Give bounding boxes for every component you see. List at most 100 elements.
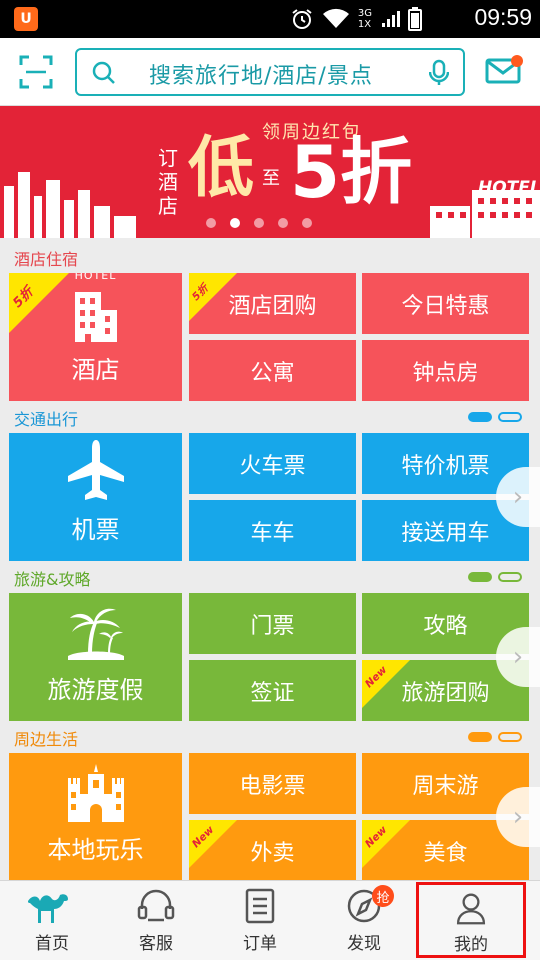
hotel-icon-text: HOTEL [74, 273, 117, 282]
pager-dot [498, 572, 522, 582]
tile-label: 车车 [250, 520, 295, 546]
tile-label: 接送用车 [401, 520, 490, 546]
service-tile[interactable]: 外卖 New [189, 820, 356, 881]
banner-small-text: 至 [262, 168, 280, 189]
header: 搜索旅行地/酒店/景点 [0, 38, 540, 106]
chevron-right-icon: › [512, 642, 524, 672]
tile-label: 机票 [71, 516, 120, 544]
signal-icon [382, 11, 400, 27]
tab-orders[interactable]: 订单 [208, 881, 312, 960]
tile-label: 本地玩乐 [47, 836, 144, 864]
pager-dot [498, 732, 522, 742]
app-notification-icon: U [14, 7, 38, 31]
status-bar: U 3G 1X 09:59 [0, 0, 540, 38]
tab-service-label: 客服 [139, 934, 173, 954]
person-icon [456, 893, 486, 925]
search-input[interactable]: 搜索旅行地/酒店/景点 [75, 48, 465, 96]
tab-mine[interactable]: 我的 [416, 882, 526, 958]
pager-dot [498, 412, 522, 422]
tile-palm-island[interactable]: 旅游度假 [9, 593, 182, 721]
service-tile[interactable]: 车车 [189, 500, 356, 561]
airplane-icon [64, 438, 128, 502]
tab-orders-label: 订单 [243, 934, 277, 954]
tile-label: 周末游 [412, 773, 479, 799]
tile-label: 钟点房 [412, 360, 479, 386]
banner-dot [278, 218, 288, 228]
camel-icon [28, 894, 68, 923]
search-placeholder: 搜索旅行地/酒店/景点 [149, 64, 373, 89]
microphone-icon[interactable] [429, 59, 449, 87]
tile-label: 酒店团购 [228, 293, 317, 319]
section-pager [468, 732, 522, 742]
service-tile[interactable]: 签证 [189, 660, 356, 721]
status-icons: 3G 1X [290, 7, 422, 31]
service-tile[interactable]: 酒店团购 5折 [189, 273, 356, 334]
tile-label: 外卖 [250, 840, 295, 866]
bottom-tab-bar: 首页 客服 订单 抢 发现 我的 [0, 880, 540, 960]
chevron-right-icon: › [512, 802, 524, 832]
discover-badge: 抢 [372, 885, 394, 907]
banner-hotel-sign: HOTEL [478, 178, 540, 198]
service-tile[interactable]: 今日特惠 [362, 273, 529, 334]
tile-label: 电影票 [239, 773, 306, 799]
tile-hotel-building[interactable]: HOTEL 酒店 5折 [9, 273, 182, 401]
scan-button[interactable] [18, 54, 54, 90]
tile-label: 今日特惠 [401, 293, 490, 319]
order-list-icon [245, 888, 275, 924]
new-corner-tag: New [362, 820, 410, 868]
banner-dot [302, 218, 312, 228]
banner-pagination [206, 218, 312, 228]
discount-corner-tag: 5折 [9, 273, 69, 333]
chevron-right-icon: › [512, 482, 524, 512]
discount-corner-tag: 5折 [189, 273, 237, 321]
tile-label: 签证 [250, 680, 295, 706]
tile-label: 酒店 [71, 356, 120, 384]
tab-discover[interactable]: 抢 发现 [312, 881, 416, 960]
tab-mine-label: 我的 [454, 935, 488, 955]
banner-dot [206, 218, 216, 228]
network-type: 3G 1X [357, 8, 372, 30]
tile-label: 美食 [423, 840, 468, 866]
wifi-icon [322, 8, 349, 28]
tile-label: 旅游团购 [401, 680, 490, 706]
palm-island-icon [64, 600, 128, 662]
section-title: 旅游&攻略 [14, 570, 91, 589]
battery-icon [408, 7, 422, 31]
tab-home[interactable]: 首页 [0, 881, 104, 960]
tile-airplane[interactable]: 机票 [9, 433, 182, 561]
tile-label: 攻略 [423, 613, 468, 639]
tab-service[interactable]: 客服 [104, 881, 208, 960]
pager-dot-active [468, 572, 492, 582]
section-pager [468, 572, 522, 582]
banner-dot [254, 218, 264, 228]
clock: 09:59 [474, 4, 532, 30]
banner-big-text-1: 低 [188, 128, 254, 206]
tile-label: 公寓 [250, 360, 295, 386]
service-tile[interactable]: 公寓 [189, 340, 356, 401]
banner-side-text: 订酒店 [158, 146, 178, 218]
tab-discover-label: 发现 [347, 934, 381, 954]
tile-label: 门票 [250, 613, 295, 639]
section-pager [468, 412, 522, 422]
banner-big-text-2: 5折 [290, 130, 413, 214]
headset-icon [137, 889, 175, 922]
section-title: 交通出行 [14, 410, 79, 429]
hotel-building-icon: HOTEL [71, 273, 121, 342]
tile-label: 特价机票 [401, 453, 490, 479]
new-corner-tag: New [189, 820, 237, 868]
search-icon [92, 61, 115, 84]
service-tile[interactable]: 门票 [189, 593, 356, 654]
banner-dot [230, 218, 240, 228]
pager-dot-active [468, 732, 492, 742]
service-tile[interactable]: 钟点房 [362, 340, 529, 401]
tile-label: 火车票 [239, 453, 306, 479]
service-tile[interactable]: 电影票 [189, 753, 356, 814]
pager-dot-active [468, 412, 492, 422]
section-title: 周边生活 [14, 730, 79, 749]
scan-icon [19, 55, 53, 89]
tab-home-label: 首页 [35, 934, 69, 954]
tile-castle[interactable]: 本地玩乐 [9, 753, 182, 881]
service-tile[interactable]: 火车票 [189, 433, 356, 494]
castle-icon [66, 764, 126, 822]
city-skyline-left [4, 172, 136, 238]
